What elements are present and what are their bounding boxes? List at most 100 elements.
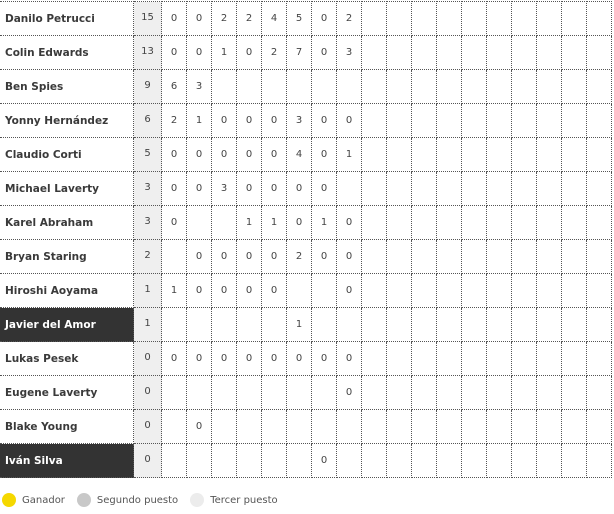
rider-name: Ben Spies [0,69,134,104]
rider-name: Javier del Amor [0,307,134,342]
total-points: 3 [133,205,162,240]
race-points [461,341,487,376]
total-points: 13 [133,35,162,70]
race-points: 0 [311,239,337,274]
race-points: 0 [236,137,262,172]
race-points [411,375,437,410]
race-points: 0 [336,205,362,240]
race-points [436,307,462,342]
total-points: 1 [133,273,162,308]
race-points [386,69,412,104]
race-points [536,273,562,308]
race-points [436,103,462,138]
race-points: 3 [286,103,312,138]
race-points [286,375,312,410]
race-points [461,307,487,342]
race-points [561,171,587,206]
race-points [411,307,437,342]
race-points [561,103,587,138]
race-points [561,1,587,36]
race-points [536,171,562,206]
race-points [261,375,287,410]
race-points [486,341,512,376]
race-points [411,103,437,138]
rider-name: Karel Abraham [0,205,134,240]
race-points [161,375,187,410]
race-points: 0 [336,375,362,410]
race-points [411,239,437,274]
race-points: 0 [336,103,362,138]
race-points: 0 [211,103,237,138]
race-points: 1 [261,205,287,240]
race-points: 2 [286,239,312,274]
race-points [586,239,612,274]
rider-name: Iván Silva [0,443,134,478]
race-points [411,273,437,308]
race-points [511,409,537,444]
race-points [536,1,562,36]
race-points [411,1,437,36]
race-points [236,375,262,410]
total-points: 5 [133,137,162,172]
second-dot-icon [76,493,91,507]
race-points: 4 [286,137,312,172]
race-points [586,205,612,240]
table-row: Blake Young 0 0 [0,409,612,444]
table-row: Ben Spies 9 6 3 [0,69,612,104]
race-points [236,69,262,104]
race-points [336,409,362,444]
race-points [461,205,487,240]
race-points [336,443,362,478]
race-points [311,307,337,342]
race-points: 0 [336,239,362,274]
race-points [361,375,387,410]
race-points [561,239,587,274]
legend-label: Tercer puesto [210,494,278,506]
race-points [536,35,562,70]
race-points [461,409,487,444]
race-points: 4 [261,1,287,36]
race-points: 2 [211,1,237,36]
race-points [511,443,537,478]
rider-name: Claudio Corti [0,137,134,172]
total-points: 0 [133,375,162,410]
race-points [561,35,587,70]
race-points [236,307,262,342]
race-points [236,443,262,478]
race-points [411,341,437,376]
race-points [536,443,562,478]
race-points [361,69,387,104]
legend-third: Tercer puesto [190,493,278,507]
race-points: 0 [186,239,212,274]
race-points [511,341,537,376]
table-row: Bryan Staring 2 0 0 0 0 2 0 0 [0,239,612,274]
race-points [436,273,462,308]
race-points: 0 [286,205,312,240]
race-points: 0 [261,171,287,206]
race-points [386,443,412,478]
race-points [386,171,412,206]
rider-name: Hiroshi Aoyama [0,273,134,308]
race-points [386,409,412,444]
race-points [586,35,612,70]
race-points [186,375,212,410]
table-row: Karel Abraham 3 0 1 1 0 1 0 [0,205,612,240]
race-points [361,103,387,138]
legend-label: Ganador [22,494,65,506]
race-points [536,239,562,274]
race-points: 0 [236,35,262,70]
race-points [436,239,462,274]
race-points [411,205,437,240]
standings-table: Danilo Petrucci 15 0 0 2 2 4 5 0 2 Colin Edwards 13… [0,1,612,478]
table-row: Eugene Laverty 0 0 [0,375,612,410]
third-dot-icon [190,493,205,507]
race-points [361,273,387,308]
race-points [286,443,312,478]
race-points: 0 [236,341,262,376]
race-points [361,239,387,274]
race-points [236,409,262,444]
race-points [486,307,512,342]
total-points: 0 [133,409,162,444]
race-points [486,205,512,240]
race-points [486,171,512,206]
